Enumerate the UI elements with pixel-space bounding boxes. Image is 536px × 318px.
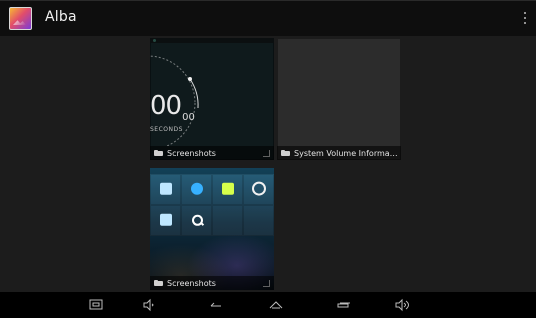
folder-icon [281, 150, 290, 156]
app-icon [190, 182, 203, 195]
clock-preview-main: 00 [150, 91, 182, 121]
archive-icon [159, 182, 172, 195]
app-icon [221, 182, 234, 195]
album-label: Screenshots [150, 276, 274, 290]
album-name: System Volume Informat... [294, 148, 398, 158]
gallery-screen: Alba 0000 SECONDS Screenshots System Vol… [0, 0, 536, 318]
drawer-cell [181, 205, 212, 236]
gallery-app-icon[interactable] [9, 7, 32, 30]
action-bar: Alba [0, 0, 536, 36]
recents-icon[interactable] [329, 292, 355, 318]
clock-preview-subtitle: SECONDS [150, 126, 183, 133]
drawer-cell [243, 174, 274, 205]
album-tile-system-volume-information[interactable]: System Volume Informat... [277, 38, 401, 160]
folder-icon [154, 280, 163, 286]
album-tile-screenshots[interactable]: 0000 SECONDS Screenshots [150, 38, 274, 160]
album-label: System Volume Informat... [277, 146, 401, 160]
clock-preview-small: 00 [182, 112, 195, 123]
album-tile-screenshots-2[interactable]: Screenshots [150, 168, 274, 290]
album-name: Screenshots [167, 148, 216, 158]
back-icon[interactable] [203, 292, 229, 318]
screenshot-icon[interactable] [83, 292, 109, 318]
search-icon [191, 213, 203, 226]
drawer-cell [150, 205, 181, 236]
overflow-menu-icon[interactable] [522, 10, 528, 26]
drawer-cell [181, 174, 212, 205]
volume-up-icon[interactable] [389, 292, 415, 318]
album-menu-icon[interactable] [263, 150, 270, 157]
app-title: Alba [45, 9, 77, 25]
drawer-cell [150, 174, 181, 205]
app-drawer-preview [150, 174, 274, 236]
drawer-cell [243, 205, 274, 236]
clock-icon [251, 181, 266, 196]
drawer-cell [212, 205, 243, 236]
drawer-cell [212, 174, 243, 205]
volume-down-icon[interactable] [136, 292, 162, 318]
app-icon [159, 213, 172, 226]
clock-preview-text: 0000 [150, 91, 195, 123]
album-label: Screenshots [150, 146, 274, 160]
system-navigation-bar [0, 292, 536, 318]
album-name: Screenshots [167, 278, 216, 288]
album-menu-icon[interactable] [263, 280, 270, 287]
home-icon[interactable] [263, 292, 289, 318]
folder-icon [154, 150, 163, 156]
